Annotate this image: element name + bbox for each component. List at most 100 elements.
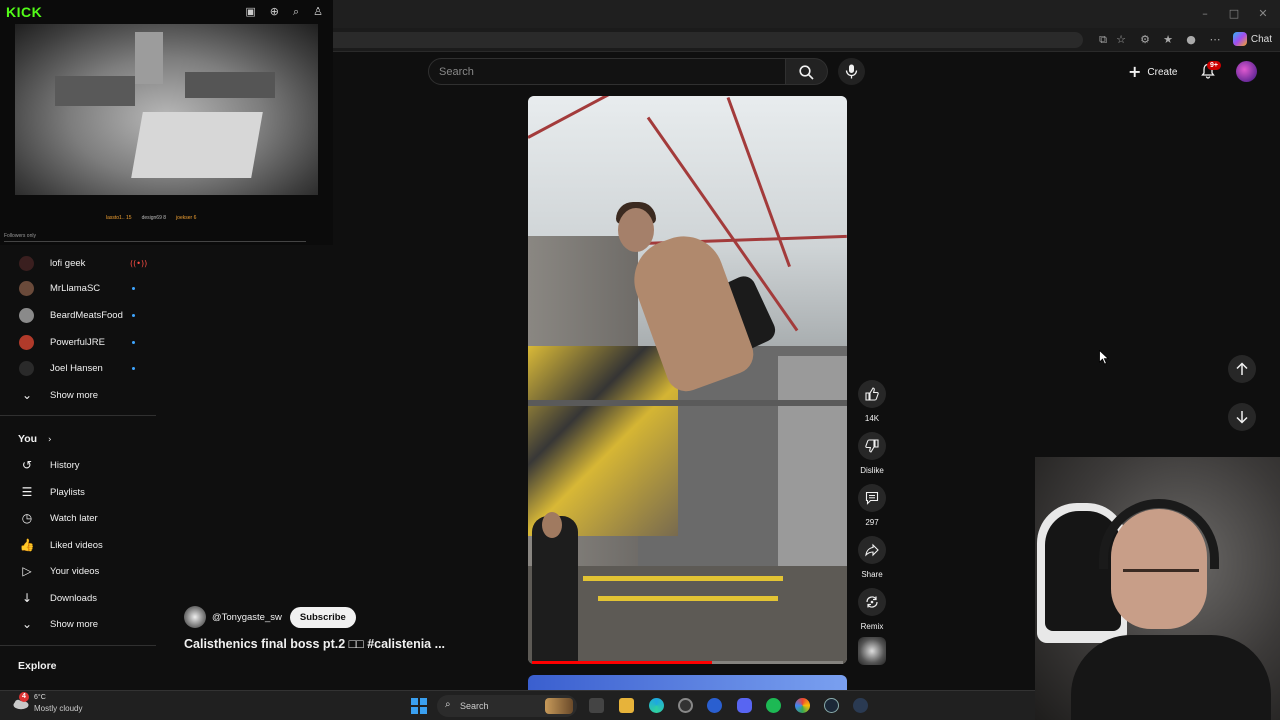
comments-button[interactable]: 297	[858, 484, 886, 527]
sidebar-item-downloads[interactable]: ↓ Downloads	[0, 585, 156, 611]
sidebar-item-history[interactable]: ↺ History	[0, 452, 156, 478]
chevron-right-icon: ›	[47, 435, 52, 445]
sidebar-item-liked-videos[interactable]: 👍 Liked videos	[0, 532, 156, 558]
kick-search-icon[interactable]: ⌕	[293, 5, 299, 19]
discord-icon[interactable]	[737, 698, 752, 713]
nav-label: Watch later	[50, 512, 98, 524]
obs-icon[interactable]	[678, 698, 693, 713]
taskbar-search[interactable]: ⌕ Search	[437, 695, 577, 717]
gift-icon[interactable]: ▣	[245, 5, 255, 19]
sidebar-item-subscription[interactable]: BeardMeatsFood	[0, 302, 156, 328]
globe-icon[interactable]: ⊕	[270, 5, 279, 19]
minimize-icon[interactable]: –	[1198, 7, 1212, 20]
dislike-label: Dislike	[860, 466, 884, 475]
show-more-label: Show more	[50, 389, 99, 401]
sidebar-item-subscription[interactable]: MrLlamaSC	[0, 275, 156, 301]
subscriptions-show-more[interactable]: ⌄ Show more	[0, 382, 156, 408]
avatar[interactable]	[184, 606, 206, 628]
close-icon[interactable]: ✕	[1256, 7, 1270, 20]
channel-name[interactable]: @Tonygaste_sw	[212, 612, 282, 623]
user-icon[interactable]: ♙	[313, 5, 323, 19]
maximize-icon[interactable]: □	[1227, 7, 1241, 20]
short-video-player[interactable]	[528, 96, 847, 664]
subscription-name: Joel Hansen	[50, 362, 103, 374]
plus-icon: +	[1128, 62, 1142, 81]
comment-count: 297	[865, 518, 879, 527]
app-icon[interactable]	[707, 698, 722, 713]
previous-short-button[interactable]	[1228, 355, 1256, 383]
steam-icon[interactable]	[824, 698, 839, 713]
weather-alert-badge: 4	[19, 692, 29, 702]
streamer-webcam-overlay	[1035, 457, 1280, 720]
you-section-title[interactable]: You ›	[18, 433, 52, 445]
nav-label: Liked videos	[50, 539, 103, 551]
stream-camera-feed[interactable]	[15, 24, 318, 195]
arrow-down-icon	[1236, 411, 1248, 424]
dislike-button[interactable]: Dislike	[858, 432, 886, 475]
audio-track-thumbnail[interactable]	[858, 637, 886, 665]
avatar	[19, 280, 34, 296]
avatar	[19, 360, 34, 376]
comment-icon	[865, 491, 879, 505]
weather-condition: Mostly cloudy	[34, 704, 83, 713]
sidebar-item-playlists[interactable]: ☰ Playlists	[0, 479, 156, 505]
voice-search-button[interactable]	[838, 58, 865, 85]
chat-label: Chat	[1250, 33, 1272, 45]
share-label: Share	[861, 570, 883, 579]
like-button[interactable]: 14K	[858, 380, 886, 423]
video-title[interactable]: Calisthenics final boss pt.2 □□ #caliste…	[184, 637, 445, 651]
subscription-name: PowerfulJRE	[50, 336, 105, 348]
viewer-name: design69 8	[141, 215, 167, 221]
channel-info: @Tonygaste_sw Subscribe	[184, 605, 356, 629]
favorite-star-icon[interactable]: ☆	[1114, 33, 1128, 47]
sidebar-item-subscription[interactable]: Joel Hansen	[0, 355, 156, 381]
new-content-dot	[132, 340, 135, 344]
sidebar-item-subscription[interactable]: PowerfulJRE	[0, 329, 156, 355]
extensions-icon[interactable]: ⚙	[1138, 33, 1152, 47]
your-videos-icon: ▷	[22, 564, 32, 578]
spotify-icon[interactable]	[766, 698, 781, 713]
like-count: 14K	[864, 414, 880, 423]
copilot-chat-button[interactable]: Chat	[1232, 32, 1272, 46]
show-more-label: Show more	[50, 618, 99, 630]
nav-label: History	[50, 459, 80, 471]
more-menu-icon[interactable]: ⋯	[1208, 33, 1222, 47]
download-icon: ↓	[21, 591, 33, 605]
search-icon: ⌕	[445, 699, 451, 710]
url-field[interactable]	[333, 32, 1083, 48]
liked-icon: 👍	[19, 538, 35, 552]
video-progress-bar[interactable]	[532, 661, 843, 664]
share-button[interactable]: Share	[858, 536, 886, 579]
windows-taskbar: 4 6°C Mostly cloudy ⌕ Search	[0, 690, 1035, 720]
search-button[interactable]	[786, 58, 828, 85]
avatar[interactable]	[1236, 61, 1257, 82]
create-label: Create	[1147, 66, 1178, 78]
sidebar-item-subscription[interactable]: lofi geek ((•))	[0, 250, 156, 276]
next-short-preview[interactable]	[528, 675, 847, 690]
file-explorer-icon[interactable]	[619, 698, 634, 713]
search-input[interactable]	[439, 64, 769, 80]
favorites-icon[interactable]: ★	[1161, 33, 1175, 47]
task-view-icon[interactable]	[589, 698, 604, 713]
steam-icon[interactable]	[853, 698, 868, 713]
you-show-more[interactable]: ⌄ Show more	[0, 611, 156, 637]
profile-icon[interactable]: ●	[1184, 33, 1198, 47]
app-available-icon[interactable]: ⧉	[1096, 33, 1110, 47]
subscribe-button[interactable]: Subscribe	[289, 606, 356, 628]
sidebar-item-your-videos[interactable]: ▷ Your videos	[0, 558, 156, 584]
subscription-name: MrLlamaSC	[50, 282, 101, 294]
remix-button[interactable]: Remix	[858, 588, 886, 631]
chrome-icon[interactable]	[795, 698, 810, 713]
edge-browser-icon[interactable]	[649, 698, 664, 713]
thumbs-up-icon	[865, 387, 879, 401]
create-button[interactable]: + Create	[1128, 60, 1177, 84]
windows-start-icon[interactable]	[411, 698, 427, 714]
sidebar-item-watch-later[interactable]: ◷ Watch later	[0, 505, 156, 531]
sidebar: lofi geek ((•)) MrLlamaSC BeardMeatsFood…	[0, 250, 156, 690]
address-bar: ⧉ ☆ ⚙ ★ ● ⋯ Chat	[333, 28, 1280, 52]
live-icon: ((•))	[130, 258, 148, 268]
history-icon: ↺	[21, 458, 33, 472]
next-short-button[interactable]	[1228, 403, 1256, 431]
kick-viewer-list: lassto1.. 15 design69 8 joekser 6	[106, 215, 196, 221]
avatar	[19, 255, 34, 271]
